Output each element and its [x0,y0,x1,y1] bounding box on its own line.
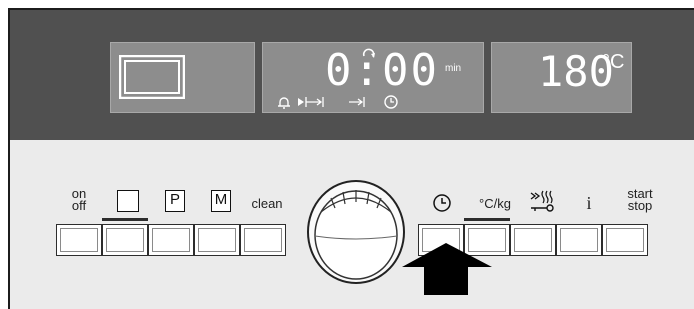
info-label: i [586,193,592,213]
oven-control-panel: 0:00 min 180 °C on off P M clean °C/kg i… [8,8,694,309]
m-symbol: M [211,190,231,212]
on-off-button[interactable] [56,224,102,256]
oven-cavity-icon [119,55,185,99]
timer-display: 0:00 min [262,42,484,113]
start-stop-button[interactable] [602,224,648,256]
play-to-end-icon [298,97,324,107]
pointer-arrow [402,243,492,295]
display-strip: 0:00 min 180 °C [8,8,694,140]
bell-icon [278,97,290,109]
start-stop-label: start stop [627,186,653,213]
program-button[interactable] [148,224,194,256]
child-lock-button[interactable] [510,224,556,256]
button-group-divider [102,218,148,221]
p-symbol: P [165,190,185,212]
steam-lock-icon [530,190,554,212]
button-group-divider [464,218,510,221]
clock-icon [384,95,398,109]
info-button[interactable] [556,224,602,256]
oven-mode-display [110,42,255,113]
temperature-unit: °C [602,51,625,73]
timer-value: 0:00 [325,45,439,96]
empty-square-symbol [117,190,139,212]
cycle-arrow-icon [362,48,375,58]
temp-weight-label: °C/kg [479,196,511,211]
rotary-knob[interactable] [305,176,409,286]
temperature-display: 180 °C [491,42,632,113]
oven-mode-button[interactable] [102,224,148,256]
on-off-label: on off [71,186,87,213]
end-bracket-icon [349,97,365,107]
memory-button[interactable] [194,224,240,256]
clock-icon [433,194,451,212]
clean-button[interactable] [240,224,286,256]
clean-label: clean [251,196,283,211]
timer-unit: min [445,63,462,74]
